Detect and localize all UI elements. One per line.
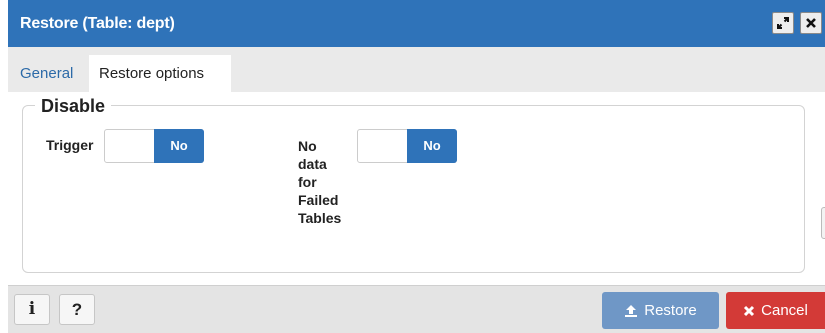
upload-icon <box>625 304 638 317</box>
tab-content: Disable Trigger No No data for Failed Ta… <box>8 92 825 285</box>
dialog-footer: i ? Restore Cancel <box>8 285 825 333</box>
trigger-toggle-value: No <box>154 129 204 163</box>
cancel-button[interactable]: Cancel <box>726 292 825 329</box>
label-line: data <box>298 156 327 172</box>
no-data-toggle-value: No <box>407 129 457 163</box>
label-line: for <box>298 174 317 190</box>
trigger-toggle[interactable]: No <box>104 129 204 163</box>
dialog-title: Restore (Table: dept) <box>20 15 175 32</box>
close-button[interactable] <box>800 12 822 34</box>
no-data-failed-tables-toggle[interactable]: No <box>357 129 457 163</box>
info-button[interactable]: i <box>14 294 50 325</box>
scrollbar-handle[interactable] <box>821 207 825 239</box>
label-line: Tables <box>298 210 342 226</box>
restore-button-label: Restore <box>644 302 697 319</box>
no-data-failed-tables-label: No data for Failed Tables <box>298 137 358 227</box>
close-x-icon <box>806 18 816 28</box>
cancel-button-label: Cancel <box>761 302 808 319</box>
restore-button[interactable]: Restore <box>602 292 719 329</box>
label-line: Failed <box>298 192 339 208</box>
trigger-label: Trigger <box>46 137 94 153</box>
maximize-button[interactable] <box>772 12 794 34</box>
expand-arrows-icon <box>777 17 789 29</box>
disable-legend: Disable <box>35 96 112 117</box>
x-icon <box>744 305 755 316</box>
label-line: No <box>298 138 317 154</box>
help-button[interactable]: ? <box>59 294 95 325</box>
disable-fieldset: Disable Trigger No No data for Failed Ta… <box>22 96 805 273</box>
tab-restore-options[interactable]: Restore options <box>89 55 231 92</box>
tab-bar: General Restore options <box>8 47 825 92</box>
tab-general[interactable]: General <box>20 55 73 92</box>
dialog-titlebar: Restore (Table: dept) <box>8 0 825 47</box>
